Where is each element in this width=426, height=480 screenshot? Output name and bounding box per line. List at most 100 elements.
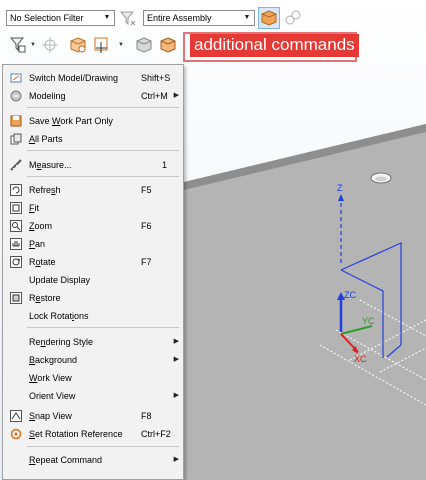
menu-divider [27,327,179,328]
shaded-part-button[interactable] [158,35,178,55]
menu-item-label: Save Work Part Only [29,116,113,126]
menu-item-rotate[interactable]: Rotate F7 [5,253,181,271]
menu-item-restore[interactable]: Restore [5,289,181,307]
menu-item-label: Zoom [29,221,53,231]
menu-item-zoom[interactable]: Zoom F6 [5,217,181,235]
show-part-button[interactable] [68,35,88,55]
menu-item-label: Snap View [29,411,72,421]
shaded-view-button[interactable] [134,35,154,55]
menu-divider [27,150,179,151]
menu-item-label: Rotate [29,257,56,267]
rotate-icon [10,256,22,268]
menu-item-lock-rotations[interactable]: Lock Rotations [5,307,181,325]
menu-item-modeling[interactable]: Modeling Ctrl+M ▶ [5,87,181,105]
menu-item-label: Repeat Command [29,455,103,465]
submenu-arrow-icon: ▶ [173,338,179,345]
switch-model-icon [10,73,22,83]
part-cube-icon [70,37,86,53]
selection-filter-value: No Selection Filter [10,13,84,23]
menu-divider [27,107,179,108]
selection-filter-dropdown[interactable]: No Selection Filter ▼ [6,10,115,26]
menu-item-label: All Parts [29,134,63,144]
menu-item-set-rotation-reference[interactable]: Set Rotation Reference Ctrl+F2 [5,425,181,443]
menu-item-label: Orient View [29,391,76,401]
menu-item-label: Measure... [29,160,72,170]
menu-item-shortcut: Ctrl+F2 [141,429,171,439]
menu-divider [27,176,179,177]
modeling-icon [10,90,22,102]
rotation-reference-icon [10,428,22,440]
menu-item-label: Background [29,355,78,365]
menu-item-label: Refresh [29,185,61,195]
menu-item-label: Switch Model/Drawing [29,73,119,83]
menu-item-shortcut: 1 [161,160,167,170]
snap-mode-icon [94,37,108,53]
menu-item-repeat-command[interactable]: Repeat Command ▶ [5,451,181,469]
menu-item-pan[interactable]: Pan [5,235,181,253]
select-components-button[interactable] [283,8,303,28]
menu-item-shortcut: F5 [141,185,152,195]
filter-clear-button[interactable] [118,8,138,28]
z-label: Z [337,183,343,193]
assembly-scope-dropdown[interactable]: Entire Assembly ▼ [143,10,255,26]
type-filter-button[interactable] [8,35,28,55]
menu-item-rendering-style[interactable]: Rendering Style ▶ [5,333,181,351]
menu-item-orient-view[interactable]: Orient View ▶ [5,387,181,405]
menu-item-label: Modeling [29,91,66,101]
shaded-box-icon [136,37,152,53]
restore-icon [10,292,22,304]
select-within-work-part-button[interactable] [258,7,280,29]
menu-item-label: Update Display [29,275,91,285]
menu-item-measure[interactable]: Measure... 1 [5,156,181,174]
type-filter-icon [9,37,26,53]
snap-point-icon [42,37,58,53]
menu-item-switch-model-drawing[interactable]: Switch Model/Drawing Shift+S [5,69,181,87]
zoom-icon [10,220,22,232]
all-parts-icon [10,133,22,145]
chevron-down-icon: ▼ [103,14,111,21]
menu-item-shortcut: F8 [141,411,152,421]
submenu-arrow-icon: ▶ [173,92,179,99]
menu-item-all-parts[interactable]: All Parts [5,130,181,148]
menu-item-fit[interactable]: Fit [5,199,181,217]
menu-item-label: Restore [29,293,61,303]
chevron-down-icon[interactable]: ▼ [30,42,36,48]
menu-item-label: Set Rotation Reference [29,429,123,439]
shaded-part-icon [160,37,176,53]
menu-item-shortcut: Shift+S [141,73,171,83]
menu-item-shortcut: F6 [141,221,152,231]
zc-label: ZC [344,290,356,300]
assembly-scope-value: Entire Assembly [147,13,212,23]
submenu-arrow-icon: ▶ [173,356,179,363]
menu-item-label: Rendering Style [29,337,94,347]
menu-item-label: Fit [29,203,39,213]
menu-item-shortcut: F7 [141,257,152,267]
menu-item-refresh[interactable]: Refresh F5 [5,181,181,199]
submenu-arrow-icon: ▶ [173,456,179,463]
xc-label: XC [354,354,367,364]
snap-view-icon [10,410,22,422]
work-part-cube-icon [261,10,277,26]
snap-mode-button[interactable] [92,35,112,55]
menu-divider [27,446,179,447]
funnel-icon [119,11,136,26]
menu-item-background[interactable]: Background ▶ [5,351,181,369]
context-menu: Switch Model/Drawing Shift+S Modeling Ct… [2,64,184,480]
menu-item-label: Pan [29,239,46,249]
menu-item-label: Lock Rotations [29,311,89,321]
components-icon [285,10,301,25]
pan-icon [10,238,22,250]
chevron-down-icon: ▼ [243,14,251,21]
menu-item-work-view[interactable]: Work View [5,369,181,387]
fit-icon [10,202,22,214]
callout-label: additional commands [190,34,359,57]
menu-item-update-display[interactable]: Update Display [5,271,181,289]
snap-point-button[interactable] [40,35,60,55]
submenu-arrow-icon: ▶ [173,392,179,399]
menu-item-shortcut: Ctrl+M [141,91,168,101]
measure-icon [10,159,22,171]
menu-item-snap-view[interactable]: Snap View F8 [5,407,181,425]
refresh-icon [10,184,22,196]
menu-item-save-work-part-only[interactable]: Save Work Part Only [5,112,181,130]
chevron-down-icon[interactable]: ▼ [118,42,124,48]
